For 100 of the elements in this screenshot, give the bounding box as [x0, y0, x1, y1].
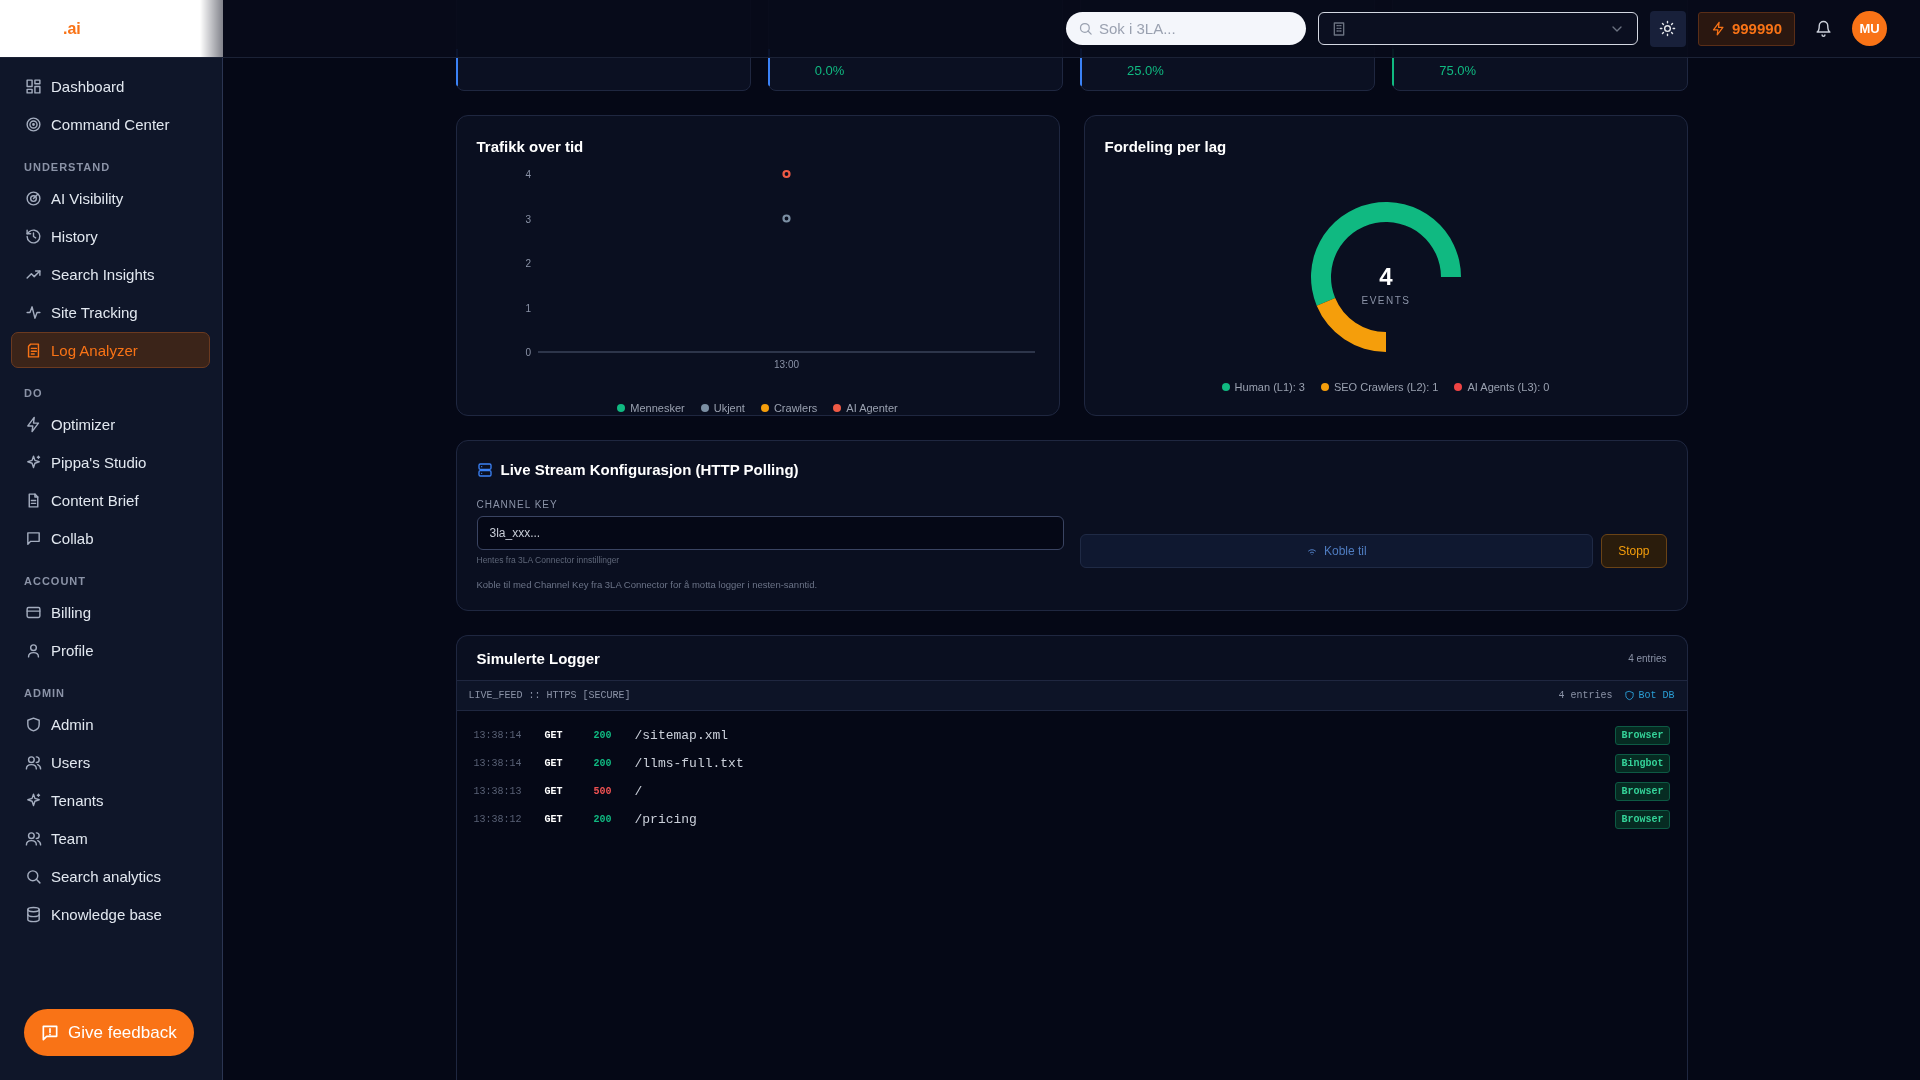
chat-icon [25, 529, 42, 547]
sun-icon [1659, 20, 1677, 37]
help-text: Koble til med Channel Key fra 3LA Connector for å motta logger i nesten-sanntid. [476, 579, 819, 590]
bot-db-link[interactable]: Bot DB [1624, 690, 1675, 701]
log-path: / [634, 783, 644, 799]
axis-tick-label: 0 [524, 347, 531, 358]
target-icon [25, 115, 42, 133]
nav-item[interactable]: Command Center [11, 106, 210, 142]
nav-item[interactable]: Tenants [11, 782, 210, 818]
field-label: CHANNEL KEY [476, 499, 559, 510]
bell-icon[interactable] [1815, 20, 1832, 37]
legend-item: SEO Crawlers (L2): 1 [1320, 381, 1439, 393]
agent-tag: Browser [1615, 781, 1670, 801]
section-heading: UNDERSTAND [23, 161, 112, 173]
history-icon [25, 227, 42, 245]
log-path: /llms-full.txt [634, 755, 745, 771]
lightning-icon [1710, 21, 1726, 36]
nav-item[interactable]: Knowledge base [11, 896, 210, 932]
nav-item[interactable]: Admin [11, 706, 210, 742]
agent-tag: Browser [1615, 725, 1670, 745]
nav-item[interactable]: AI Visibility [11, 180, 210, 216]
log-method: GET [544, 785, 564, 797]
nav-item[interactable]: Log Analyzer [11, 332, 210, 368]
axis-tick-label: 3 [524, 213, 531, 225]
field-hint: Hentes fra 3LA Connector innstillinger [476, 555, 621, 565]
list-icon [25, 341, 42, 359]
search-icon [1077, 21, 1093, 36]
channel-key-field[interactable]: 3la_xxx... [476, 516, 1064, 550]
log-method: GET [544, 813, 564, 825]
axis-tick-label: 1 [524, 302, 531, 314]
legend-item: AI Agenter [833, 402, 898, 414]
log-time: 13:38:12 [473, 813, 523, 825]
log-path: /sitemap.xml [634, 727, 730, 743]
pulse-icon [25, 303, 42, 321]
radar-icon [25, 189, 42, 207]
users-icon [25, 753, 42, 771]
log-status: 200 [593, 757, 613, 769]
legend-item: Human (L1): 3 [1221, 381, 1305, 393]
stat-share: 25.0% [1127, 63, 1164, 78]
log-path: /pricing [634, 811, 698, 827]
search-field[interactable]: Sok i 3LA... [1065, 12, 1306, 45]
nav-item[interactable]: Pippa's Studio [11, 444, 210, 480]
credits-button[interactable]: 999990 [1697, 11, 1795, 46]
section-heading: ACCOUNT [23, 575, 87, 587]
nav-item[interactable]: Search analytics [11, 858, 210, 894]
user-icon [25, 641, 42, 659]
log-method: GET [544, 729, 564, 741]
section-heading: ADMIN [23, 687, 67, 699]
card-title: Simulerte Logger [476, 649, 600, 667]
nav-item[interactable]: Optimizer [11, 406, 210, 442]
legend-item: Crawlers [760, 402, 818, 414]
users-icon [25, 829, 42, 847]
log-time: 13:38:14 [473, 729, 523, 741]
sparkle-icon [25, 791, 42, 809]
nav-item[interactable]: Profile [11, 632, 210, 668]
sparkle-icon [25, 453, 42, 471]
nav-item[interactable]: Users [11, 744, 210, 780]
grid-icon [25, 77, 42, 95]
chart-title: Fordeling per lag [1104, 138, 1227, 155]
stop-button[interactable]: Stopp [1601, 534, 1667, 568]
entry-count: 4 entries [1558, 690, 1613, 701]
axis-tick-label: 13:00 [773, 359, 799, 370]
log-status: 500 [593, 785, 613, 797]
data-point [781, 169, 791, 179]
log-time: 13:38:14 [473, 757, 523, 769]
data-point [781, 214, 791, 223]
tenant-select[interactable] [1317, 12, 1638, 45]
nav-item[interactable]: Site Tracking [11, 294, 210, 330]
card-title: Live Stream Konfigurasjon (HTTP Polling) [500, 461, 799, 478]
axis-tick-label: 4 [524, 169, 531, 180]
database-icon [25, 905, 42, 923]
nav-item[interactable]: History [11, 218, 210, 254]
shield-icon [25, 715, 42, 733]
feed-label: LIVE_FEED :: HTTPS [SECURE] [468, 690, 632, 701]
nav-item[interactable]: Search Insights [11, 256, 210, 292]
theme-toggle[interactable] [1649, 10, 1686, 47]
total-value: 4 [1378, 263, 1393, 290]
nav-item[interactable]: Dashboard [11, 68, 210, 104]
nav-item[interactable]: Team [11, 820, 210, 856]
legend-item: Mennesker [617, 402, 685, 414]
section-heading: DO [23, 387, 44, 399]
server-icon [476, 461, 493, 478]
total-label: EVENTS [1361, 295, 1410, 306]
legend-item: AI Agents (L3): 0 [1454, 381, 1550, 393]
entry-count: 4 entries [1628, 652, 1667, 664]
axis-tick-label: 2 [524, 258, 531, 269]
chart-title: Trafikk over tid [476, 138, 584, 155]
stat-share: 75.0% [1439, 63, 1477, 78]
log-status: 200 [593, 813, 613, 825]
nav-item[interactable]: Content Brief [11, 482, 210, 518]
log-time: 13:38:13 [473, 785, 523, 797]
lightning-icon [25, 415, 42, 433]
search-icon [25, 867, 42, 885]
shield-icon [1624, 690, 1636, 701]
nav-item[interactable]: Billing [11, 594, 210, 630]
agent-tag: Bingbot [1615, 753, 1670, 773]
agent-tag: Browser [1615, 809, 1670, 829]
nav-item[interactable]: Collab [11, 520, 210, 556]
log-method: GET [544, 757, 564, 769]
legend-item: Ukjent [700, 402, 745, 414]
